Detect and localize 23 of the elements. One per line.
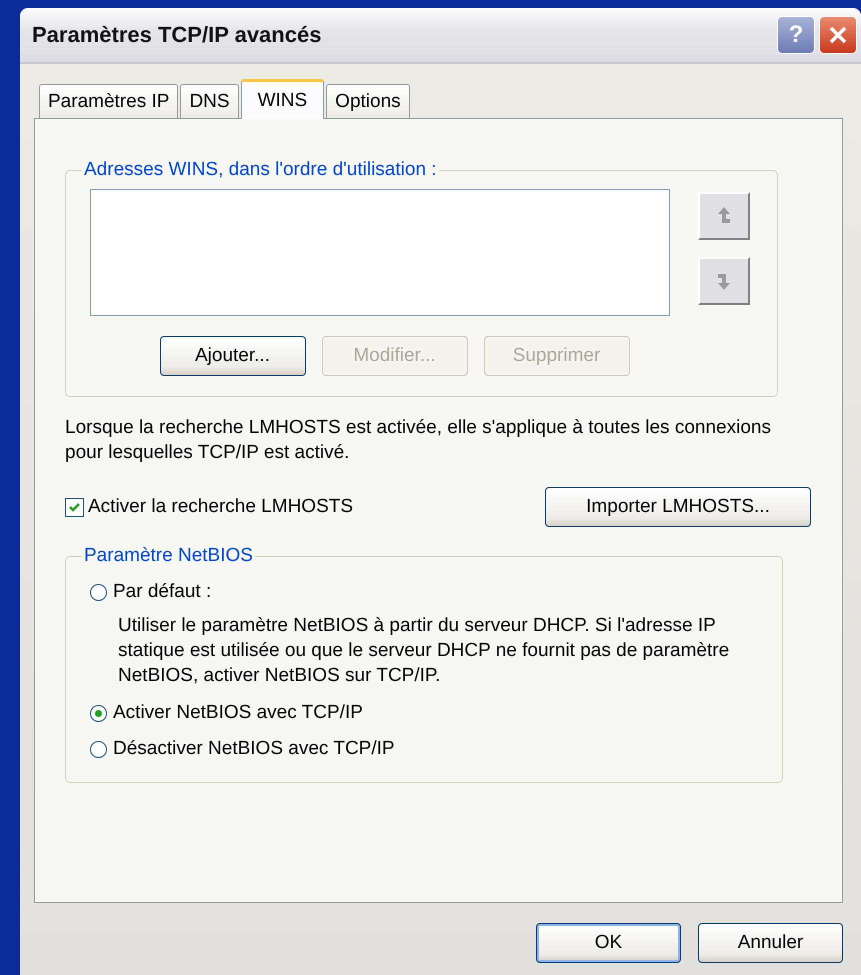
window-title: Paramètres TCP/IP avancés (32, 22, 322, 48)
radio-button[interactable] (90, 740, 107, 758)
option-description: Utiliser le paramètre NetBIOS à partir du serveur DHCP. Si l'adresse IP statique est utilisée ou que le serveur DHCP ne fournit pas de paramètre NetBIOS, activer NetBIOS sur TCP/IP. (118, 614, 730, 688)
close-icon (828, 25, 848, 45)
group-legend: Paramètre NetBIOS (82, 545, 255, 567)
group-legend: Adresses WINS, dans l'ordre d'utilisation : (82, 159, 439, 181)
tab[interactable]: DNS (180, 84, 239, 118)
action-button[interactable]: Ajouter... (160, 336, 306, 376)
checkbox[interactable] (65, 498, 84, 516)
radio-button[interactable] (90, 584, 107, 600)
dialog-button[interactable]: Annuler (698, 923, 843, 963)
lmhosts-note: Lorsque la recherche LMHOSTS est activée, elle s'applique à toutes les connexions pour lesquelles TCP/IP est activé. (65, 416, 772, 465)
import-button[interactable]: Importer LMHOSTS... (545, 487, 811, 527)
tab[interactable]: WINS (240, 79, 324, 119)
radio-label: Activer NetBIOS avec TCP/IP (113, 702, 363, 724)
dialog-button[interactable]: OK (536, 923, 681, 963)
radio-label: Par défaut : (113, 581, 212, 603)
tab[interactable]: Paramètres IP (39, 84, 178, 118)
radio-button[interactable] (90, 704, 107, 722)
check-icon (68, 500, 81, 514)
close-button[interactable] (819, 16, 857, 54)
radio-label: Désactiver NetBIOS avec TCP/IP (113, 738, 395, 760)
tab[interactable]: Options (326, 84, 410, 118)
